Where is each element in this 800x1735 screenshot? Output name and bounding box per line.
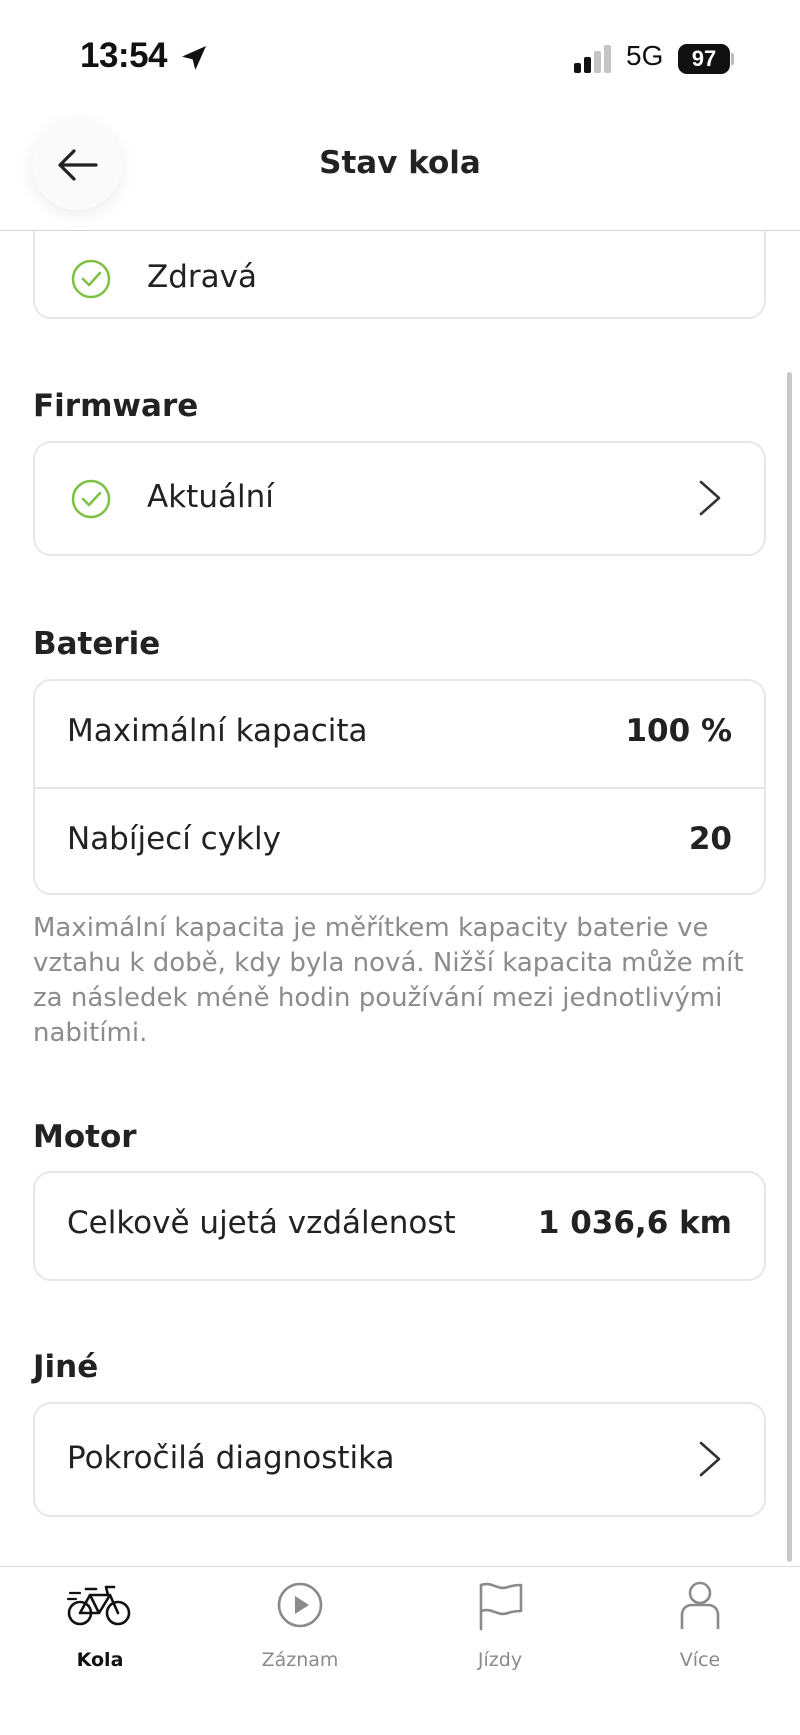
distance-label: Celkově ujetá vzdálenost [67, 1205, 456, 1241]
charge-cycles-row: Nabíjecí cykly 20 [35, 789, 764, 896]
tab-kola[interactable]: Kola [0, 1567, 200, 1687]
page-title: Stav kola [319, 145, 481, 181]
nav-header: Stav kola [0, 110, 800, 231]
tab-zaznam-label: Záznam [261, 1649, 339, 1671]
person-icon [680, 1581, 720, 1629]
check-circle-icon [71, 259, 111, 299]
tab-vice-label: Více [679, 1649, 721, 1671]
motor-card: Celkově ujetá vzdálenost 1 036,6 km [33, 1171, 766, 1281]
charge-cycles-value: 20 [688, 821, 732, 857]
firmware-status: Aktuální [147, 479, 274, 515]
chevron-right-icon [699, 1441, 721, 1477]
content-scroll[interactable]: Zdravá Firmware Aktuální Baterie Maximál… [0, 231, 800, 1566]
bike-icon [66, 1585, 131, 1626]
battery-capacity-value: 100 % [625, 713, 732, 749]
status-bar: 13:54 5G 97 [0, 0, 800, 110]
battery-note: Maximální kapacita je měřítkem kapacity … [33, 913, 744, 1048]
cellular-signal-icon [574, 45, 611, 73]
battery-capacity-row: Maximální kapacita 100 % [35, 681, 764, 788]
tab-zaznam[interactable]: Záznam [200, 1567, 400, 1687]
battery-card: Maximální kapacita 100 % Nabíjecí cykly … [33, 679, 766, 895]
network-type: 5G [626, 40, 664, 71]
battery-indicator: 97 [678, 44, 730, 74]
health-status: Zdravá [147, 259, 257, 295]
motor-section-title: Motor [33, 1119, 137, 1155]
other-section-title: Jiné [33, 1349, 99, 1385]
battery-tip [731, 53, 734, 65]
play-icon [277, 1582, 323, 1628]
firmware-section-title: Firmware [33, 388, 199, 424]
tab-jizdy-label: Jízdy [477, 1649, 523, 1671]
battery-section-title: Baterie [33, 626, 161, 662]
distance-row: Celkově ujetá vzdálenost 1 036,6 km [35, 1173, 764, 1280]
location-arrow-icon [182, 46, 206, 70]
tab-kola-label: Kola [76, 1649, 124, 1671]
distance-value: 1 036,6 km [537, 1205, 732, 1241]
flag-icon [479, 1582, 523, 1631]
scrollbar[interactable] [787, 372, 792, 1562]
status-time: 13:54 [80, 36, 168, 75]
firmware-card[interactable]: Aktuální [33, 441, 766, 556]
battery-capacity-label: Maximální kapacita [67, 713, 368, 749]
advanced-diagnostics-label: Pokročilá diagnostika [67, 1440, 395, 1476]
health-card: Zdravá [33, 231, 766, 319]
tab-vice[interactable]: Více [600, 1567, 800, 1687]
chevron-right-icon [699, 480, 721, 516]
check-circle-icon [71, 479, 111, 519]
tab-jizdy[interactable]: Jízdy [400, 1567, 600, 1687]
charge-cycles-label: Nabíjecí cykly [67, 821, 281, 857]
tab-bar: Kola Záznam Jízdy Více [0, 1566, 800, 1735]
advanced-diagnostics-card[interactable]: Pokročilá diagnostika [33, 1402, 766, 1517]
